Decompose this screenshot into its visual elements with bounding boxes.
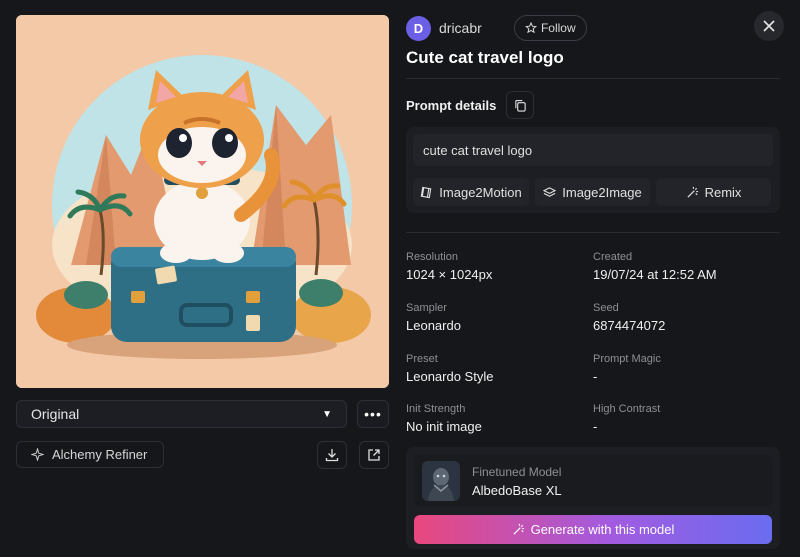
follow-button[interactable]: Follow — [513, 15, 587, 41]
image2motion-label: Image2Motion — [439, 184, 522, 200]
remix-button[interactable]: Remix — [656, 178, 771, 206]
meta-value: 1024 × 1024px — [406, 267, 493, 282]
meta-label: Seed — [593, 302, 619, 314]
image-panel — [16, 15, 389, 388]
image-tools-row: Alchemy Refiner — [16, 441, 389, 469]
meta-value: Leonardo Style — [406, 369, 494, 384]
meta-value: Leonardo — [406, 318, 461, 333]
details-panel: D dricabr Follow — [406, 14, 782, 42]
model-info[interactable]: Finetuned Model AlbedoBase XL — [414, 455, 772, 507]
meta-value: 19/07/24 at 12:52 AM — [593, 267, 717, 282]
image2image-label: Image2Image — [562, 184, 642, 200]
download-icon — [325, 449, 339, 462]
copy-icon — [515, 99, 526, 112]
meta-label: Resolution — [406, 251, 458, 263]
prompt-card: cute cat travel logo Image2Motion Image2… — [406, 127, 780, 213]
meta-high-contrast: High Contrast - — [593, 403, 773, 434]
model-name: AlbedoBase XL — [472, 483, 562, 498]
external-link-icon — [368, 449, 380, 461]
alchemy-refiner-label: Alchemy Refiner — [52, 447, 148, 462]
close-icon — [763, 20, 775, 32]
prompt-actions: Image2Motion Image2Image Remix — [413, 178, 773, 206]
remix-label: Remix — [704, 184, 742, 200]
magic-wand-icon — [687, 186, 698, 198]
star-icon — [524, 22, 537, 34]
meta-seed: Seed 6874474072 — [593, 302, 773, 333]
prompt-text: cute cat travel logo — [413, 134, 773, 166]
open-external-button[interactable] — [359, 441, 389, 469]
meta-value: 6874474072 — [593, 318, 666, 333]
meta-sampler: Sampler Leonardo — [406, 302, 586, 333]
alchemy-refiner-button[interactable]: Alchemy Refiner — [16, 441, 164, 468]
prompt-text-value: cute cat travel logo — [423, 142, 533, 158]
armored-figure-icon — [422, 461, 460, 501]
meta-value: No init image — [406, 419, 482, 434]
meta-value: - — [593, 419, 598, 434]
variant-select-value: Original — [31, 406, 80, 422]
follow-label: Follow — [540, 21, 576, 35]
meta-value: - — [593, 369, 598, 384]
meta-init-strength: Init Strength No init image — [406, 403, 586, 434]
username[interactable]: dricabr — [439, 20, 482, 36]
generate-label: Generate with this model — [530, 522, 675, 537]
motion-icon — [421, 186, 432, 198]
meta-label: Sampler — [406, 302, 447, 314]
caret-down-icon: ▼ — [322, 408, 332, 420]
prompt-header: Prompt details — [406, 91, 535, 119]
meta-label: Init Strength — [406, 403, 466, 415]
model-card: Finetuned Model AlbedoBase XL Generate w… — [406, 447, 780, 549]
meta-label: High Contrast — [593, 403, 661, 415]
sparkle-icon — [31, 448, 44, 461]
magic-wand-icon — [513, 523, 524, 535]
meta-created: Created 19/07/24 at 12:52 AM — [593, 251, 773, 282]
copy-prompt-button[interactable] — [506, 91, 535, 119]
divider — [406, 232, 780, 233]
meta-resolution: Resolution 1024 × 1024px — [406, 251, 586, 282]
variant-select[interactable]: Original ▼ — [16, 400, 347, 428]
avatar[interactable]: D — [406, 15, 431, 41]
meta-label: Created — [593, 251, 633, 263]
divider — [406, 78, 780, 79]
layers-icon — [543, 186, 557, 197]
model-thumbnail — [422, 461, 460, 501]
image2motion-button[interactable]: Image2Motion — [413, 178, 529, 206]
model-label: Finetuned Model — [472, 465, 562, 479]
meta-preset: Preset Leonardo Style — [406, 353, 586, 384]
generate-with-model-button[interactable]: Generate with this model — [414, 515, 772, 544]
image2image-button[interactable]: Image2Image — [535, 178, 650, 206]
close-button[interactable] — [754, 11, 784, 41]
page-title: Cute cat travel logo — [406, 48, 564, 67]
variant-row: Original ▼ ••• — [16, 400, 389, 430]
prompt-details-heading: Prompt details — [406, 97, 497, 113]
meta-label: Preset — [406, 353, 438, 365]
more-dots-icon: ••• — [364, 406, 382, 422]
meta-label: Prompt Magic — [593, 353, 661, 365]
user-row: D dricabr Follow — [406, 14, 782, 42]
generated-image[interactable] — [16, 15, 389, 388]
download-button[interactable] — [317, 441, 347, 469]
meta-prompt-magic: Prompt Magic - — [593, 353, 773, 384]
more-options-button[interactable]: ••• — [357, 400, 389, 428]
cat-travel-illustration — [16, 15, 389, 388]
